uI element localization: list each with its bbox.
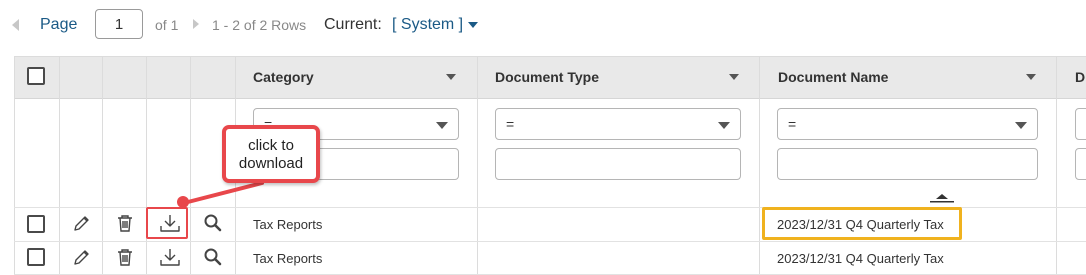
row-select-checkbox[interactable]	[27, 248, 45, 266]
document-type-column-menu-icon[interactable]	[729, 74, 739, 80]
document-name-column-menu-icon[interactable]	[1026, 74, 1036, 80]
next-column-filter-operator[interactable]	[1075, 108, 1086, 140]
pager-bar: Page of 1 1 - 2 of 2 Rows Current: [ Sys…	[0, 0, 1086, 52]
previous-page-icon[interactable]	[12, 19, 19, 31]
sort-ascending-icon	[930, 194, 954, 203]
annotation-text-line2: download	[238, 155, 304, 172]
row-category: Tax Reports	[253, 217, 323, 232]
magnifier-icon[interactable]	[203, 213, 223, 233]
row-count-label: 1 - 2 of 2 Rows	[212, 17, 307, 33]
annotation-text-line1: click to	[248, 137, 294, 154]
current-view-label: Current:	[324, 16, 382, 33]
chevron-down-icon	[436, 122, 448, 129]
document-type-filter-input[interactable]	[495, 148, 741, 180]
page-count-label: of 1	[155, 17, 179, 33]
current-view-caret-icon[interactable]	[468, 22, 478, 28]
column-header-document-type[interactable]: Document Type	[495, 69, 599, 85]
row-category: Tax Reports	[253, 251, 323, 266]
documents-grid: Category Document Type Document Name Di …	[14, 56, 1086, 275]
pencil-icon[interactable]	[72, 213, 92, 233]
download-icon[interactable]	[159, 247, 181, 267]
document-name-filter-operator-value: =	[788, 116, 797, 132]
column-header-next[interactable]: Di	[1075, 69, 1086, 85]
chevron-down-icon	[718, 122, 730, 129]
current-view-link[interactable]: [ System ]	[392, 16, 463, 34]
document-type-filter-operator-value: =	[506, 116, 515, 132]
pencil-icon[interactable]	[72, 247, 92, 267]
row-select-checkbox[interactable]	[27, 215, 45, 233]
annotation-callout: click to download	[222, 125, 320, 183]
next-column-filter-input[interactable]	[1075, 148, 1086, 180]
download-highlight-box	[146, 207, 188, 239]
magnifier-icon[interactable]	[203, 247, 223, 267]
document-type-filter-operator[interactable]: =	[495, 108, 741, 140]
document-name-filter-input[interactable]	[777, 148, 1038, 180]
chevron-down-icon	[1015, 122, 1027, 129]
column-header-document-name[interactable]: Document Name	[778, 69, 888, 85]
document-name-highlight-box	[762, 207, 962, 240]
trash-icon[interactable]	[115, 213, 135, 233]
next-page-icon[interactable]	[193, 19, 199, 29]
row-document-name[interactable]: 2023/12/31 Q4 Quarterly Tax	[777, 251, 944, 266]
select-all-checkbox[interactable]	[27, 67, 45, 85]
page-label: Page	[40, 16, 78, 33]
page-number-input[interactable]	[95, 9, 143, 39]
column-header-category[interactable]: Category	[253, 69, 314, 85]
trash-icon[interactable]	[115, 247, 135, 267]
document-name-filter-operator[interactable]: =	[777, 108, 1038, 140]
category-column-menu-icon[interactable]	[446, 74, 456, 80]
